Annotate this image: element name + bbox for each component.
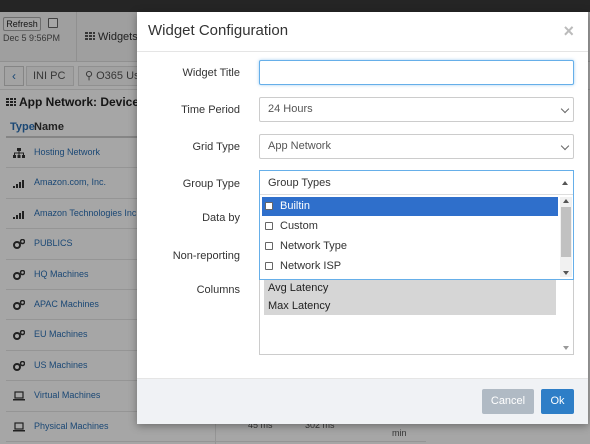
dialog-title: Widget Configuration: [148, 22, 289, 39]
data-by-label: Data by: [202, 212, 240, 224]
grid-type-label: Grid Type: [192, 141, 241, 153]
column-option-max-latency[interactable]: Max Latency: [264, 297, 556, 315]
group-type-option-network-isp[interactable]: Network ISP: [262, 257, 558, 276]
group-type-option-network-type[interactable]: Network Type: [262, 237, 558, 256]
scroll-down-icon[interactable]: [563, 271, 569, 275]
chevron-down-icon: [560, 141, 570, 151]
option-label: Builtin: [280, 200, 310, 212]
time-period-value: 24 Hours: [268, 103, 313, 115]
checkbox[interactable]: [265, 242, 273, 250]
grid-type-value: App Network: [268, 140, 331, 152]
cancel-button[interactable]: Cancel: [482, 389, 534, 414]
non-reporting-label: Non-reporting: [172, 250, 240, 262]
columns-multiselect[interactable]: Avg Latency Max Latency: [259, 267, 574, 355]
grid-type-select[interactable]: App Network: [259, 134, 574, 159]
caret-up-icon: [562, 181, 568, 185]
dialog-header: Widget Configuration ×: [137, 12, 588, 52]
option-label: Custom: [280, 220, 318, 232]
column-option-avg-latency[interactable]: Avg Latency: [264, 279, 556, 297]
chevron-down-icon: [560, 104, 570, 114]
checkbox[interactable]: [265, 202, 273, 210]
group-type-dropdown[interactable]: Group Types Builtin Custom Network Type …: [259, 170, 574, 280]
group-type-value: Group Types: [268, 177, 331, 189]
option-label: Network Type: [280, 240, 348, 252]
scroll-up-icon[interactable]: [563, 199, 569, 203]
checkbox[interactable]: [265, 262, 273, 270]
group-type-option-custom[interactable]: Custom: [262, 217, 558, 236]
widget-configuration-dialog: Widget Configuration × Widget Title Time…: [137, 12, 588, 424]
checkbox[interactable]: [265, 222, 273, 230]
close-icon[interactable]: ×: [563, 22, 574, 40]
ok-button[interactable]: Ok: [541, 389, 574, 414]
time-period-select[interactable]: 24 Hours: [259, 97, 574, 122]
scrollbar-thumb[interactable]: [561, 207, 571, 257]
widget-title-label: Widget Title: [182, 67, 240, 79]
dialog-footer: Cancel Ok: [137, 378, 588, 424]
columns-scrollbar[interactable]: [561, 288, 571, 354]
widget-title-input[interactable]: [259, 60, 574, 85]
option-label: Network ISP: [280, 260, 342, 272]
group-type-label: Group Type: [182, 178, 240, 190]
dropdown-scrollbar[interactable]: [560, 197, 572, 277]
columns-label: Columns: [196, 284, 240, 296]
scroll-down-icon[interactable]: [563, 346, 569, 350]
group-type-select[interactable]: Group Types: [260, 171, 573, 195]
group-type-option-builtin[interactable]: Builtin: [262, 197, 558, 216]
time-period-label: Time Period: [181, 104, 240, 116]
